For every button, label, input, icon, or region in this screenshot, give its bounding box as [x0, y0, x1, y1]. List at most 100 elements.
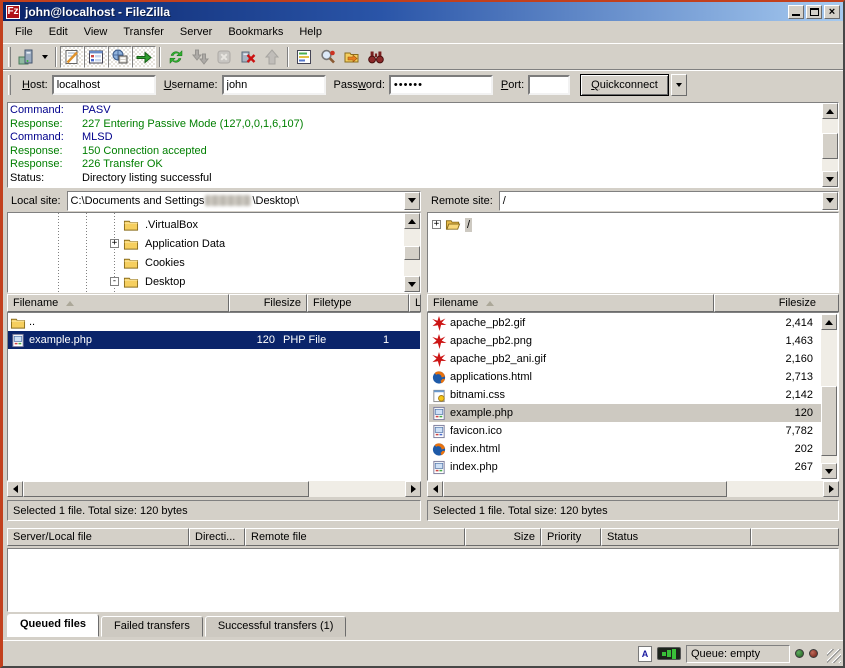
scroll-left-button[interactable]: [427, 481, 443, 497]
column-filename[interactable]: Filename: [427, 294, 714, 312]
column-filetype[interactable]: Filetype: [307, 294, 409, 312]
file-row[interactable]: apache_pb2.gif 2,414: [429, 314, 821, 332]
scroll-down-button[interactable]: [404, 276, 420, 292]
log-scrollbar[interactable]: [822, 103, 838, 187]
scroll-down-button[interactable]: [821, 463, 837, 479]
process-queue-button[interactable]: [188, 46, 212, 68]
menu-view[interactable]: View: [76, 23, 116, 41]
menu-file[interactable]: File: [7, 23, 41, 41]
cancel-operation-button[interactable]: [212, 46, 236, 68]
scroll-up-button[interactable]: [822, 103, 838, 119]
site-manager-button[interactable]: [14, 46, 38, 68]
local-list-hscrollbar[interactable]: [7, 481, 421, 497]
scroll-up-button[interactable]: [821, 314, 837, 330]
menu-help[interactable]: Help: [291, 23, 330, 41]
scroll-thumb[interactable]: [404, 246, 420, 260]
refresh-button[interactable]: [164, 46, 188, 68]
file-row[interactable]: index.php 267: [429, 458, 821, 476]
toggle-transfer-queue-button[interactable]: [132, 46, 156, 68]
scroll-thumb[interactable]: [23, 481, 309, 497]
redacted-username: [205, 195, 251, 206]
encoding-indicator-icon[interactable]: A: [638, 646, 652, 662]
toggle-remote-tree-button[interactable]: [108, 46, 132, 68]
column-priority[interactable]: Priority: [541, 528, 601, 546]
local-tree-scrollbar[interactable]: [404, 213, 420, 292]
minimize-button[interactable]: [788, 5, 804, 19]
remote-site-dropdown[interactable]: [822, 192, 838, 210]
find-files-button[interactable]: [364, 46, 388, 68]
file-row[interactable]: bitnami.css 2,142: [429, 386, 821, 404]
menu-server[interactable]: Server: [172, 23, 220, 41]
remote-list-hscrollbar[interactable]: [427, 481, 839, 497]
expander-icon[interactable]: +: [432, 220, 441, 229]
icon-file-icon: [431, 424, 447, 439]
column-remote-file[interactable]: Remote file: [245, 528, 465, 546]
filter-button[interactable]: [292, 46, 316, 68]
file-row[interactable]: apache_pb2.png 1,463: [429, 332, 821, 350]
maximize-button[interactable]: [806, 5, 822, 19]
menu-transfer[interactable]: Transfer: [115, 23, 172, 41]
scroll-left-button[interactable]: [7, 481, 23, 497]
host-input[interactable]: [52, 75, 156, 95]
file-row[interactable]: apache_pb2_ani.gif 2,160: [429, 350, 821, 368]
quickconnect-dropdown[interactable]: [671, 74, 687, 96]
reconnect-button[interactable]: [260, 46, 284, 68]
scroll-down-button[interactable]: [822, 171, 838, 187]
local-site-combo[interactable]: C:\Documents and Settings\Desktop\: [67, 191, 421, 211]
file-row-selected[interactable]: example.php 120: [429, 404, 821, 422]
username-input[interactable]: [222, 75, 326, 95]
column-filesize[interactable]: Filesize: [714, 294, 839, 312]
tree-item-desktop[interactable]: - Desktop: [110, 272, 187, 291]
local-site-dropdown[interactable]: [404, 192, 420, 210]
speed-limit-icon[interactable]: [657, 647, 681, 660]
scroll-right-button[interactable]: [823, 481, 839, 497]
close-icon: ×: [829, 7, 835, 17]
password-input[interactable]: [389, 75, 493, 95]
port-input[interactable]: [528, 75, 570, 95]
arrow-right-icon: [411, 485, 416, 493]
synchronized-browsing-button[interactable]: [340, 46, 364, 68]
scroll-thumb[interactable]: [822, 133, 838, 159]
file-row[interactable]: applications.html 2,713: [429, 368, 821, 386]
window-title: john@localhost - FileZilla: [25, 5, 170, 19]
expander-icon[interactable]: +: [110, 239, 119, 248]
menu-bookmarks[interactable]: Bookmarks: [220, 23, 291, 41]
column-size[interactable]: Size: [465, 528, 541, 546]
column-status[interactable]: Status: [601, 528, 751, 546]
close-button[interactable]: ×: [824, 5, 840, 19]
site-manager-icon: [17, 48, 35, 66]
site-manager-dropdown[interactable]: [38, 46, 52, 68]
expander-icon[interactable]: -: [110, 277, 119, 286]
tree-item-application-data[interactable]: + Application Data: [110, 234, 227, 253]
file-row[interactable]: index.html 202: [429, 440, 821, 458]
resize-grip[interactable]: [827, 649, 841, 663]
remote-list-scrollbar[interactable]: [821, 314, 837, 479]
password-label: Password:: [334, 79, 385, 91]
disconnect-button[interactable]: [236, 46, 260, 68]
scroll-up-button[interactable]: [404, 213, 420, 229]
toggle-message-log-button[interactable]: [60, 46, 84, 68]
column-server-local-file[interactable]: Server/Local file: [7, 528, 189, 546]
column-direction[interactable]: Directi...: [189, 528, 245, 546]
tab-successful-transfers[interactable]: Successful transfers (1): [205, 616, 347, 637]
title-bar[interactable]: Fz john@localhost - FileZilla ×: [3, 2, 843, 21]
scroll-thumb[interactable]: [443, 481, 727, 497]
tab-failed-transfers[interactable]: Failed transfers: [101, 616, 203, 637]
file-row-parent-dir[interactable]: ..: [8, 313, 420, 331]
toggle-local-tree-button[interactable]: [84, 46, 108, 68]
tree-item-root[interactable]: + /: [432, 215, 472, 234]
tree-item-virtualbox[interactable]: .VirtualBox: [110, 215, 200, 234]
compare-directories-button[interactable]: [316, 46, 340, 68]
quickconnect-button[interactable]: Quickconnect: [580, 74, 669, 96]
tab-queued-files[interactable]: Queued files: [7, 614, 99, 637]
file-row[interactable]: favicon.ico 7,782: [429, 422, 821, 440]
column-filesize[interactable]: Filesize: [229, 294, 307, 312]
column-last-modified[interactable]: L: [409, 294, 421, 312]
file-row-selected[interactable]: example.php 120 PHP File 1: [8, 331, 420, 349]
menu-edit[interactable]: Edit: [41, 23, 76, 41]
column-filename[interactable]: Filename: [7, 294, 229, 312]
scroll-right-button[interactable]: [405, 481, 421, 497]
scroll-thumb[interactable]: [821, 386, 837, 456]
remote-site-combo[interactable]: /: [499, 191, 839, 211]
tree-item-cookies[interactable]: Cookies: [110, 253, 187, 272]
